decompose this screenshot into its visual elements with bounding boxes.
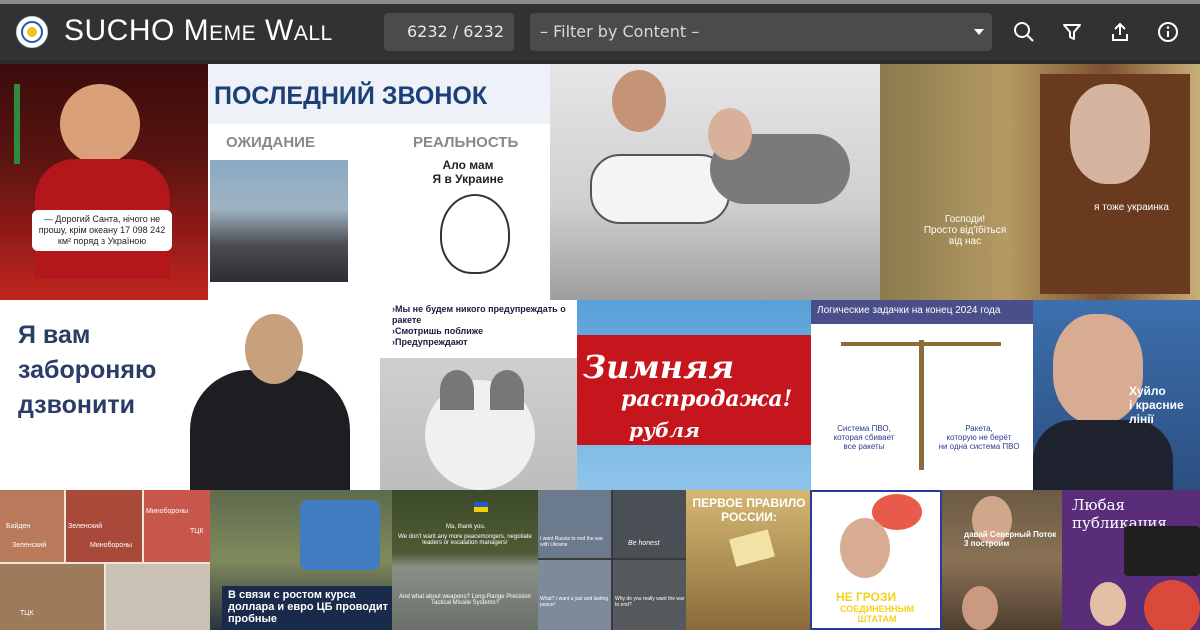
filter-button[interactable] [1058, 18, 1086, 46]
comic-panel-3 [144, 490, 210, 562]
meme-counter: 6232 / 6232 [384, 13, 514, 51]
medvedev-line-1: НЕ ГРОЗИ [836, 590, 897, 604]
chevron-down-icon [974, 29, 984, 35]
comic-panel-5 [106, 564, 210, 630]
comic-label-7: ТЦК [20, 610, 34, 617]
filter-placeholder: – Filter by Content – [540, 22, 700, 41]
butter-block [729, 529, 775, 567]
suit [1033, 420, 1173, 490]
meme-tile-scales[interactable]: Логические задачки на конец 2024 года Си… [811, 300, 1033, 490]
medvedev-line-2: СОЕДИНЕННЫМ ШТАТАМ [840, 604, 914, 624]
share-icon [1112, 22, 1128, 41]
meme-tile-comic[interactable]: Байден Зеленский Зеленский Минобороны Ми… [0, 490, 210, 630]
face [840, 518, 890, 578]
reality-label: РЕАЛЬНОСТЬ [413, 134, 519, 151]
last-bell-title: ПОСЛЕДНИЙ ЗВОНОК [214, 82, 488, 110]
meme-tile-publication[interactable]: Любая публикация [1062, 490, 1200, 630]
face [245, 314, 303, 384]
meme-tile-last-bell[interactable]: ПОСЛЕДНИЙ ЗВОНОК ОЖИДАНИЕ РЕАЛЬНОСТЬ Ало… [208, 64, 550, 300]
comic-label-1: Байден [6, 523, 31, 530]
scholz-line-3: What? I want a just and lasting peace! [540, 596, 609, 608]
info-icon [1158, 22, 1178, 42]
money-caption: В связи с ростом курса доллара и евро ЦБ… [228, 589, 389, 625]
face-1 [612, 70, 666, 132]
sale-word-1: Зимняя [583, 348, 735, 386]
scales-left: Система ПВО, которая сбивает все ракеты [833, 424, 895, 451]
scale-device [300, 500, 380, 570]
nordstream-caption: давай Северный Поток 3 построим [964, 530, 1057, 548]
meme-grid: — Дорогий Санта, нічого не прошу, крім о… [0, 64, 1200, 630]
scale-pole [919, 340, 924, 470]
logo-sun [27, 27, 37, 37]
horse-body [590, 154, 730, 224]
comic-panel-4 [0, 564, 104, 630]
scholz-panel-2 [613, 490, 686, 558]
scales-title: Логические задачки на конец 2024 года [817, 305, 1001, 316]
scholz-panel-4 [613, 560, 686, 630]
filter-icon [1063, 24, 1081, 40]
comic-label-2: Зеленский [12, 542, 47, 549]
meme-tile-gandalf[interactable]: Ma, thank you. We don't want any more pe… [392, 490, 538, 630]
door-left-caption: Господи! Просто від'їбіться від нас [923, 214, 1007, 247]
santa-caption: — Дорогий Санта, нічого не прошу, крім о… [32, 210, 172, 251]
info-button[interactable] [1154, 18, 1182, 46]
meme-tile-door[interactable]: Господи! Просто від'їбіться від нас я то… [880, 64, 1200, 300]
meme-tile-sale[interactable]: Зимняя распродажа! рубля [577, 300, 811, 490]
zelensky-caption: Я вам забороняю дзвонити [18, 321, 157, 419]
cat-ear-right [490, 370, 524, 410]
expectation-label: ОЖИДАНИЕ [226, 134, 315, 151]
meme-tile-zelensky[interactable]: Я вам забороняю дзвонити [0, 300, 380, 490]
cat-caption: ›Мы не будем никого предупреждать о раке… [392, 304, 566, 347]
photo-graduation [210, 160, 348, 282]
comic-label-6: ТЦК [190, 528, 204, 535]
meme-tile-scholz[interactable]: I want Russia to end the war with Ukrain… [538, 490, 686, 630]
context-menu [1124, 526, 1200, 576]
comic-label-4: Минобороны [90, 542, 133, 549]
meme-face [440, 194, 510, 274]
scholz-line-2: Be honest [628, 540, 660, 547]
meme-tile-first-rule[interactable]: ПЕРВОЕ ПРАВИЛО РОССИИ: [686, 490, 810, 630]
putin-caption: Хуйло і красние лінії [1129, 384, 1184, 426]
meme-tile-putin[interactable]: Хуйло і красние лінії [1033, 300, 1200, 490]
meme-tile-cat[interactable]: ›Мы не будем никого предупреждать о раке… [380, 300, 577, 490]
meme-tile-santa[interactable]: — Дорогий Санта, нічого не прошу, крім о… [0, 64, 208, 300]
sale-word-2: распродажа! [621, 386, 793, 412]
face-man [1070, 84, 1150, 184]
face-2 [962, 586, 998, 630]
cat-ear-left [440, 370, 474, 410]
meme-tile-medvedev[interactable]: НЕ ГРОЗИ СОЕДИНЕННЫМ ШТАТАМ [810, 490, 942, 630]
scholz-line-1: I want Russia to end the war with Ukrain… [540, 536, 604, 548]
comic-label-3: Зеленский [68, 523, 103, 530]
sale-word-3: рубля [629, 418, 700, 442]
wheel [1144, 580, 1200, 630]
comic-label-5: Минобороны [146, 508, 189, 515]
suit-figure [190, 370, 350, 490]
face [1090, 582, 1126, 626]
meme-tile-money[interactable]: В связи с ростом курса доллара и евро ЦБ… [210, 490, 392, 630]
door-right-caption: я тоже украинка [1094, 202, 1169, 213]
meme-tile-nordstream[interactable]: давай Северный Поток 3 построим [942, 490, 1062, 630]
sucho-logo[interactable] [16, 16, 48, 48]
search-button[interactable] [1010, 18, 1038, 46]
reality-quote: Ало мам Я в Украине [432, 158, 504, 186]
app-header: SUCHO Meme Wall 6232 / 6232 – Filter by … [0, 4, 1200, 60]
scholz-line-4: Why do you really want the war to end? [615, 596, 685, 608]
gandalf-line-3: And what about weapons? Long-Range Preci… [399, 594, 531, 606]
scholz-panel-3 [538, 560, 611, 630]
ukraine-flag-yellow [474, 507, 488, 512]
scales-right: Ракета, которую не берёт ни одна система… [938, 424, 1020, 451]
content-filter-select[interactable]: – Filter by Content – [530, 13, 992, 51]
gandalf-line-1: Ma, thank you. [446, 524, 486, 530]
meme-tile-horse[interactable] [550, 64, 880, 300]
meme-figure [60, 84, 140, 164]
search-icon [1014, 22, 1034, 42]
gandalf-line-2: We don't want any more peacemongers, neg… [398, 534, 532, 546]
app-title: SUCHO Meme Wall [64, 14, 333, 47]
face-2 [708, 108, 752, 160]
first-rule-title: ПЕРВОЕ ПРАВИЛО РОССИИ: [692, 496, 806, 524]
share-button[interactable] [1106, 18, 1134, 46]
candle [14, 84, 20, 164]
